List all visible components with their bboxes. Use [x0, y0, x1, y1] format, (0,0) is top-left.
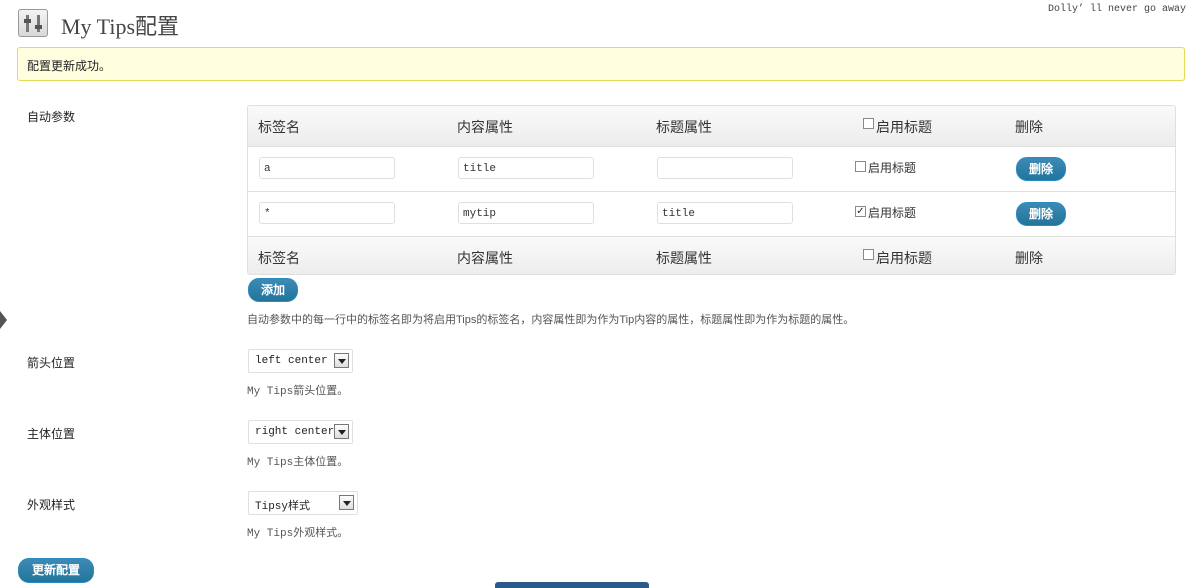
tag-name-input[interactable]: *	[259, 202, 395, 224]
delete-button[interactable]: 删除	[1016, 157, 1066, 181]
body-position-value: right center	[255, 426, 335, 438]
column-footer-title-attr: 标题属性	[656, 250, 712, 266]
table-header: 标签名 内容属性 标题属性 启用标题 删除	[248, 106, 1175, 146]
content-attr-input[interactable]: mytip	[458, 202, 594, 224]
auto-params-description: 自动参数中的每一行中的标签名即为将启用Tips的标签名，内容属性即为作为Tip内…	[247, 314, 855, 326]
column-footer-tag: 标签名	[258, 250, 300, 266]
column-header-tag: 标签名	[258, 119, 300, 135]
arrow-position-hint: My Tips箭头位置。	[247, 386, 349, 398]
auto-params-label: 自动参数	[27, 110, 76, 124]
column-header-enable-title: 启用标题	[876, 119, 932, 135]
arrow-position-value: left center	[255, 355, 328, 367]
column-header-content-attr: 内容属性	[457, 119, 513, 135]
title-attr-input[interactable]: title	[657, 202, 793, 224]
column-header-delete: 删除	[1015, 119, 1043, 135]
chevron-down-icon[interactable]	[334, 424, 349, 439]
enable-title-label: 启用标题	[868, 206, 917, 220]
table-footer: 标签名 内容属性 标题属性 启用标题 删除	[248, 236, 1175, 274]
appearance-value: Tipsy样式	[255, 501, 311, 513]
appearance-label: 外观样式	[27, 498, 76, 512]
footer-enable-title-checkbox[interactable]	[863, 249, 874, 260]
notice-text: 配置更新成功。	[27, 59, 112, 73]
arrow-position-select[interactable]: left center	[248, 349, 353, 373]
auto-params-table: 标签名 内容属性 标题属性 启用标题 删除 a title 启用标题 删除 * …	[247, 105, 1176, 275]
body-position-select[interactable]: right center	[248, 420, 353, 444]
table-row: * mytip title ✓ 启用标题 删除	[248, 191, 1175, 236]
chevron-down-icon[interactable]	[339, 495, 354, 510]
hello-dolly-text: Dolly’ ll never go away	[1047, 4, 1186, 15]
body-position-label: 主体位置	[27, 427, 76, 441]
column-footer-enable-title: 启用标题	[876, 250, 932, 266]
content-attr-input[interactable]: title	[458, 157, 594, 179]
bottom-bar	[495, 582, 649, 588]
add-row-button[interactable]: 添加	[248, 278, 298, 302]
body-position-hint: My Tips主体位置。	[247, 457, 349, 469]
column-header-title-attr: 标题属性	[656, 119, 712, 135]
update-settings-button[interactable]: 更新配置	[18, 558, 94, 583]
table-row: a title 启用标题 删除	[248, 146, 1175, 191]
collapse-arrow-icon[interactable]	[0, 311, 7, 329]
enable-title-label: 启用标题	[868, 161, 917, 175]
delete-button[interactable]: 删除	[1016, 202, 1066, 226]
chevron-down-icon[interactable]	[334, 353, 349, 368]
settings-icon	[18, 9, 48, 37]
page-title: My Tips配置	[61, 14, 180, 39]
update-notice: 配置更新成功。	[17, 47, 1185, 81]
column-footer-delete: 删除	[1015, 250, 1043, 266]
header-enable-title-checkbox[interactable]	[863, 118, 874, 129]
title-attr-input[interactable]	[657, 157, 793, 179]
enable-title-checkbox[interactable]: ✓	[855, 206, 866, 217]
column-footer-content-attr: 内容属性	[457, 250, 513, 266]
appearance-select[interactable]: Tipsy样式	[248, 491, 358, 515]
appearance-hint: My Tips外观样式。	[247, 528, 349, 540]
arrow-position-label: 箭头位置	[27, 356, 76, 370]
tag-name-input[interactable]: a	[259, 157, 395, 179]
enable-title-checkbox[interactable]	[855, 161, 866, 172]
